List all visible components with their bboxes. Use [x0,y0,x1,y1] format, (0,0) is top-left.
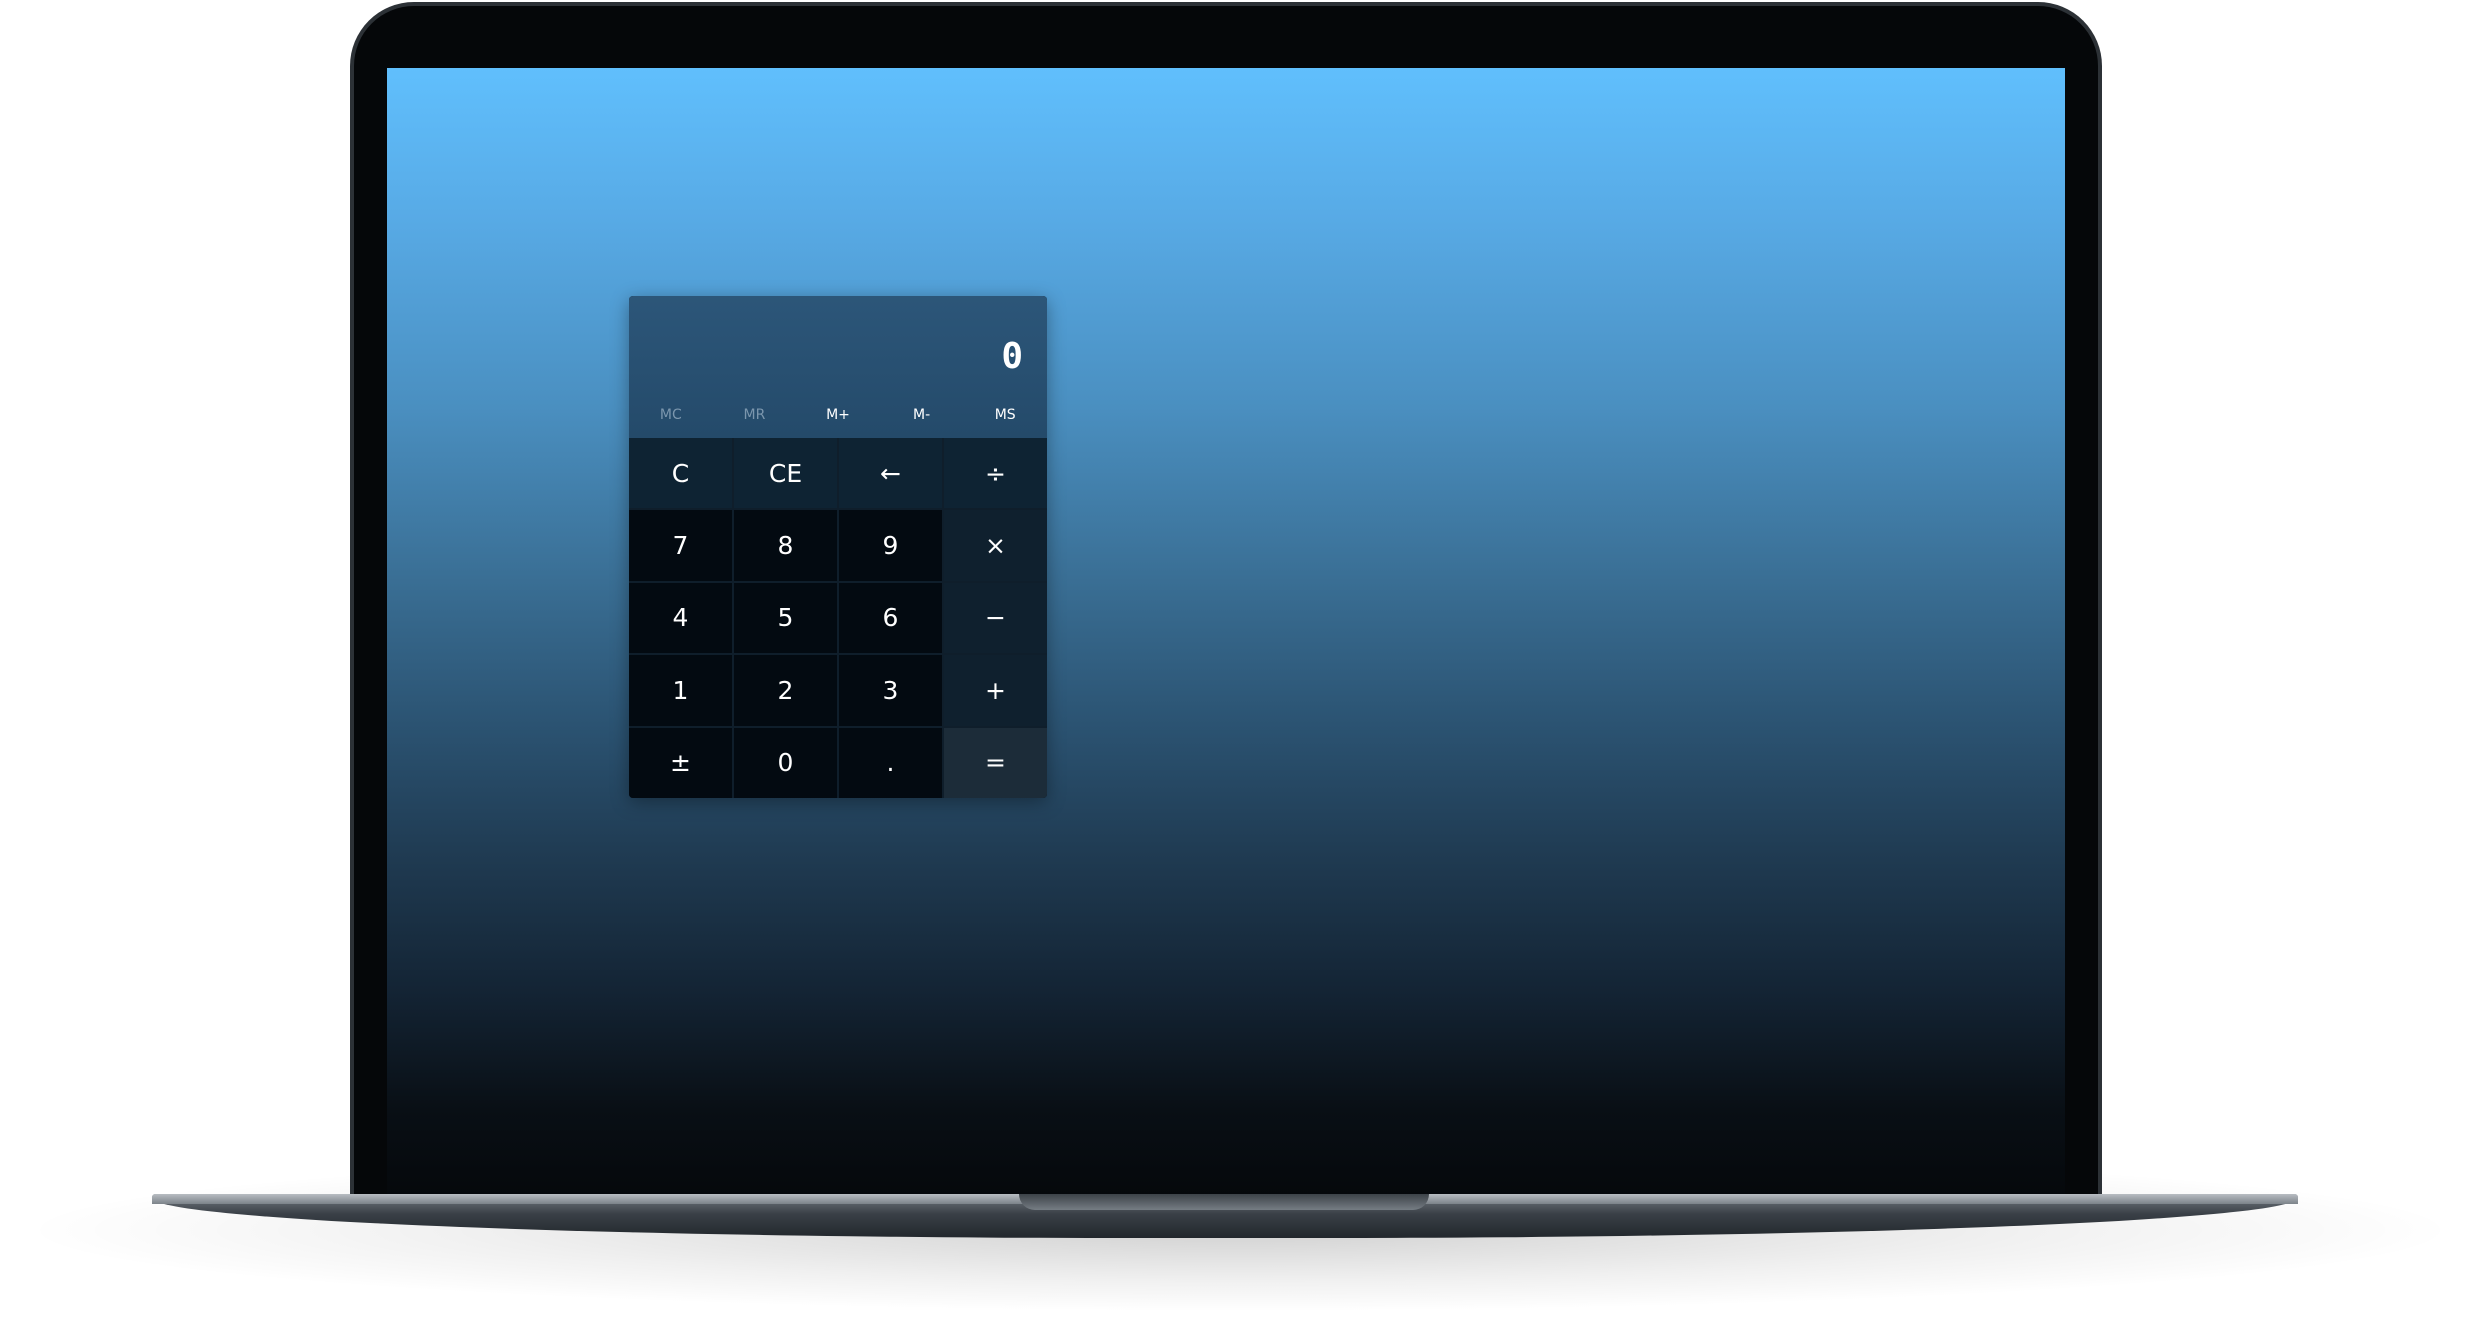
memory-add-button[interactable]: M+ [796,400,880,430]
laptop-mockup: 0 MC MR M+ M- MS C CE ← ÷ 7 8 9 × 4 5 6 … [0,0,2482,1318]
multiply-button[interactable]: × [944,510,1047,581]
memory-store-button[interactable]: MS [963,400,1047,430]
equals-button[interactable]: = [944,727,1047,798]
digit-5-button[interactable]: 5 [734,582,837,654]
laptop-hinge-notch [1019,1194,1429,1210]
clear-button[interactable]: C [629,438,732,509]
divide-button[interactable]: ÷ [944,438,1047,509]
digit-6-button[interactable]: 6 [839,582,942,654]
subtract-button[interactable]: − [944,582,1047,654]
digit-8-button[interactable]: 8 [734,510,837,581]
digit-0-button[interactable]: 0 [734,727,837,798]
display-value: 0 [1001,336,1023,377]
memory-row: MC MR M+ M- MS [629,400,1047,430]
digit-3-button[interactable]: 3 [839,655,942,726]
digit-7-button[interactable]: 7 [629,510,732,581]
memory-subtract-button[interactable]: M- [880,400,964,430]
calculator-display: 0 MC MR M+ M- MS [629,296,1047,438]
decimal-button[interactable]: . [839,727,942,798]
backspace-button[interactable]: ← [839,438,942,509]
memory-clear-button[interactable]: MC [629,400,713,430]
memory-recall-button[interactable]: MR [713,400,797,430]
digit-1-button[interactable]: 1 [629,655,732,726]
clear-entry-button[interactable]: CE [734,438,837,509]
keypad: C CE ← ÷ 7 8 9 × 4 5 6 − 1 2 3 + ± 0 . = [629,438,1047,798]
negate-button[interactable]: ± [629,727,732,798]
calculator-app: 0 MC MR M+ M- MS C CE ← ÷ 7 8 9 × 4 5 6 … [629,296,1047,798]
add-button[interactable]: + [944,655,1047,726]
digit-9-button[interactable]: 9 [839,510,942,581]
digit-2-button[interactable]: 2 [734,655,837,726]
digit-4-button[interactable]: 4 [629,582,732,654]
